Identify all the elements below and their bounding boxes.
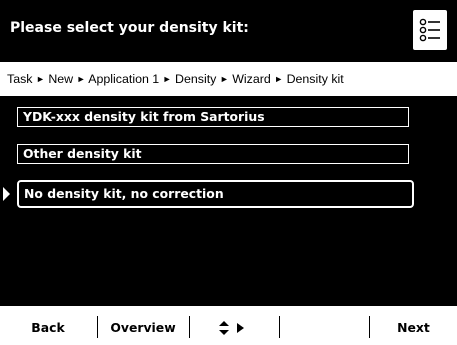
breadcrumb-wizard: Wizard [232,72,271,86]
breadcrumb-application: Application 1 [88,72,160,86]
header: Please select your density kit: [0,0,457,60]
breadcrumb-separator: ► [162,74,172,84]
breadcrumb-density-kit: Density kit [286,72,344,86]
back-button[interactable]: Back [0,306,96,345]
overview-button[interactable]: Overview [98,306,188,345]
breadcrumb-density: Density [175,72,217,86]
page-title: Please select your density kit: [10,20,249,36]
option-other-density-kit[interactable]: Other density kit [17,144,409,164]
options-list: YDK-xxx density kit from Sartorius Other… [0,96,457,306]
breadcrumb-new: New [48,72,74,86]
breadcrumb-separator: ► [76,74,86,84]
selection-arrow-icon [3,187,10,201]
next-button[interactable]: Next [370,306,457,345]
breadcrumb: Task ► New ► Application 1 ► Density ► W… [0,62,457,96]
right-arrow-icon [237,323,244,333]
breadcrumb-task: Task [7,72,33,86]
breadcrumb-separator: ► [35,74,45,84]
option-ydk-density-kit[interactable]: YDK-xxx density kit from Sartorius [17,107,409,127]
list-menu-icon [419,18,440,42]
empty-softkey[interactable] [280,306,368,345]
navigate-button[interactable] [190,306,278,345]
softkey-bar: Back Overview Next [0,306,457,345]
breadcrumb-separator: ► [274,74,284,84]
option-no-density-kit[interactable]: No density kit, no correction [17,180,414,208]
menu-button[interactable] [413,10,447,50]
up-down-arrows-icon [219,321,229,335]
density-kit-screen: Please select your density kit: Task ► N… [0,0,457,345]
breadcrumb-separator: ► [219,74,229,84]
